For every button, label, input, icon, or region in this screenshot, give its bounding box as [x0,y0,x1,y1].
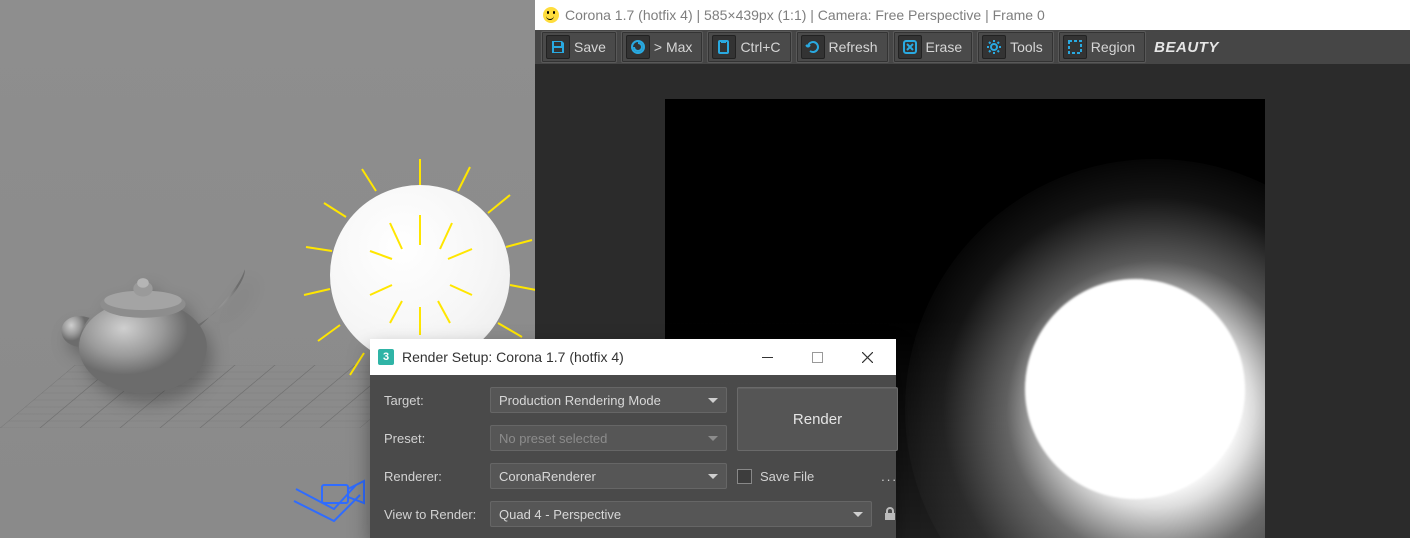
save-file-checkbox[interactable] [737,469,752,484]
maximize-button[interactable] [796,339,838,375]
refresh-button[interactable]: Refresh [796,31,889,63]
renderer-label: Renderer: [384,469,480,484]
frame-buffer-titlebar[interactable]: Corona 1.7 (hotfix 4) | 585×439px (1:1) … [535,0,1410,30]
max-app-icon: 3 [378,349,394,365]
app-root: Corona 1.7 (hotfix 4) | 585×439px (1:1) … [0,0,1410,538]
minimize-button[interactable] [746,339,788,375]
render-button[interactable]: Render [737,387,898,451]
camera-gizmo[interactable] [290,455,380,525]
pass-label[interactable]: BEAUTY [1154,39,1219,56]
close-button[interactable] [846,339,888,375]
target-label: Target: [384,393,480,408]
tools-button[interactable]: Tools [977,31,1054,63]
smiley-icon [543,7,559,23]
region-button[interactable]: Region [1058,31,1146,63]
save-icon [546,35,570,59]
preset-label: Preset: [384,431,480,446]
copy-label: Ctrl+C [740,39,780,55]
view-value: Quad 4 - Perspective [499,507,621,522]
dialog-titlebar[interactable]: 3 Render Setup: Corona 1.7 (hotfix 4) [370,339,896,375]
region-icon [1063,35,1087,59]
dialog-title: Render Setup: Corona 1.7 (hotfix 4) [402,349,624,365]
target-value: Production Rendering Mode [499,393,661,408]
renderer-dropdown[interactable]: CoronaRenderer [490,463,727,489]
preset-value: No preset selected [499,431,607,446]
erase-icon [898,35,922,59]
erase-button[interactable]: Erase [893,31,974,63]
tools-label: Tools [1010,39,1043,55]
to-max-label: > Max [654,39,693,55]
save-file-label: Save File [760,469,814,484]
copy-button[interactable]: Ctrl+C [707,31,791,63]
view-dropdown[interactable]: Quad 4 - Perspective [490,501,872,527]
refresh-icon [801,35,825,59]
view-label: View to Render: [384,507,480,522]
region-label: Region [1091,39,1135,55]
save-label: Save [574,39,606,55]
spiral-icon [626,35,650,59]
preset-dropdown[interactable]: No preset selected [490,425,727,451]
clipboard-icon [712,35,736,59]
frame-buffer-title: Corona 1.7 (hotfix 4) | 585×439px (1:1) … [565,7,1045,23]
target-dropdown[interactable]: Production Rendering Mode [490,387,727,413]
lock-icon[interactable] [882,506,898,522]
refresh-label: Refresh [829,39,878,55]
renderer-value: CoronaRenderer [499,469,596,484]
erase-label: Erase [926,39,963,55]
save-file-browse[interactable]: ... [881,469,898,484]
teapot-mesh[interactable] [60,250,255,405]
save-button[interactable]: Save [541,31,617,63]
to-max-button[interactable]: > Max [621,31,704,63]
render-setup-dialog: 3 Render Setup: Corona 1.7 (hotfix 4) Ta… [370,339,896,538]
frame-buffer-toolbar: Save > Max Ctrl+C Refresh Erase Tools Re… [535,30,1410,65]
gear-icon [982,35,1006,59]
